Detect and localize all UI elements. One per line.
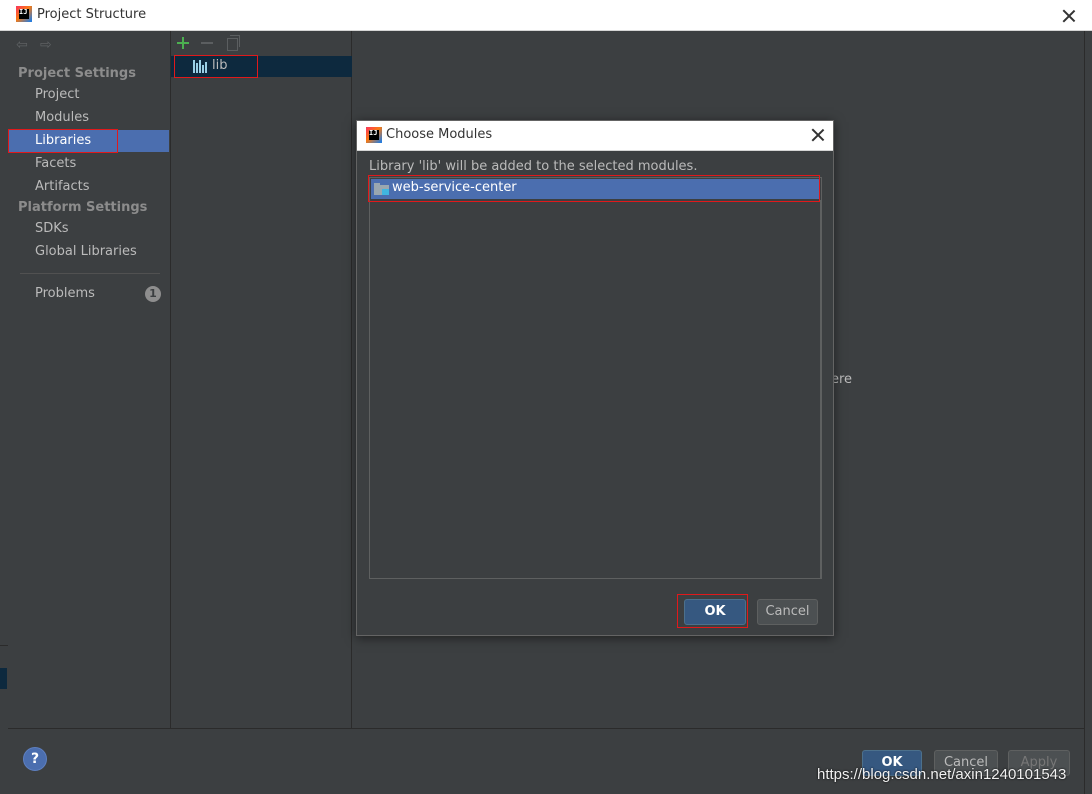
sidebar-item-problems[interactable]: Problems 1: [8, 283, 169, 305]
copy-library-icon[interactable]: [225, 35, 241, 51]
dialog-close-icon[interactable]: [811, 128, 825, 142]
dialog-cancel-button[interactable]: Cancel: [757, 599, 818, 625]
module-label: web-service-center: [392, 180, 517, 195]
dialog-intellij-logo-icon: IJ: [366, 127, 382, 143]
window-close-icon[interactable]: [1062, 9, 1076, 23]
footer-bar: ? OK Cancel Apply: [8, 728, 1084, 794]
problems-label: Problems: [35, 286, 95, 301]
module-folder-icon: [374, 183, 389, 195]
library-item-lib[interactable]: lib: [171, 56, 352, 77]
sidebar-divider: [20, 273, 160, 274]
logo-text: IJ: [19, 8, 28, 16]
sidebar-item-modules[interactable]: Modules: [8, 107, 169, 129]
underlying-window-right-edge: [1084, 31, 1092, 794]
project-settings-header: Project Settings: [18, 66, 136, 81]
sidebar-item-sdks[interactable]: SDKs: [8, 218, 169, 240]
library-label: lib: [212, 58, 228, 73]
sidebar-item-facets[interactable]: Facets: [8, 153, 169, 175]
choose-modules-dialog: IJ Choose Modules Library 'lib' will be …: [356, 120, 834, 636]
content-hint-text: ere: [831, 372, 853, 387]
watermark-text: https://blog.csdn.net/axin1240101543: [817, 766, 1067, 783]
add-library-icon[interactable]: [176, 35, 192, 51]
dialog-title: Choose Modules: [386, 127, 493, 142]
problems-count-badge: 1: [145, 286, 161, 302]
module-list-scrollbar[interactable]: [820, 200, 821, 578]
sidebar-item-libraries[interactable]: Libraries: [8, 130, 169, 152]
module-item-web-service-center[interactable]: web-service-center: [371, 179, 820, 199]
dialog-titlebar: IJ Choose Modules: [357, 121, 833, 151]
dialog-logo-text: IJ: [369, 129, 378, 137]
help-button[interactable]: ?: [23, 747, 47, 771]
libraries-pane: lib: [170, 31, 352, 728]
window-titlebar: IJ Project Structure: [0, 0, 1092, 31]
remove-library-icon[interactable]: [200, 35, 216, 51]
back-arrow-icon[interactable]: ⇦: [16, 38, 30, 52]
window-title: Project Structure: [37, 7, 147, 22]
sidebar-item-project[interactable]: Project: [8, 84, 169, 106]
underlying-selection-strip: [0, 668, 7, 689]
project-structure-window: IJ Project Structure ⇦ ⇨ Project Setting…: [0, 0, 1092, 794]
underlying-divider: [0, 645, 8, 646]
sidebar-item-global-libraries[interactable]: Global Libraries: [8, 241, 169, 263]
forward-arrow-icon[interactable]: ⇨: [40, 38, 54, 52]
settings-sidebar: ⇦ ⇨ Project Settings Project Modules Lib…: [8, 31, 169, 728]
dialog-ok-button[interactable]: OK: [684, 599, 746, 625]
sidebar-item-artifacts[interactable]: Artifacts: [8, 176, 169, 198]
library-icon: [193, 60, 207, 73]
module-list[interactable]: web-service-center: [369, 177, 822, 579]
dialog-message: Library 'lib' will be added to the selec…: [369, 159, 698, 174]
platform-settings-header: Platform Settings: [18, 200, 148, 215]
intellij-logo-icon: IJ: [16, 6, 32, 22]
